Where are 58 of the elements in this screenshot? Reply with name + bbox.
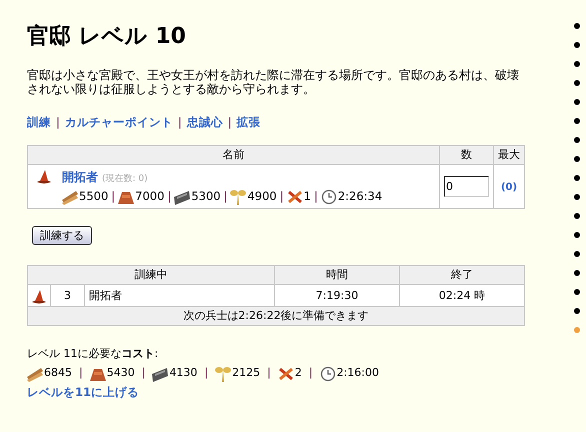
nav-link[interactable]: 訓練	[27, 114, 51, 132]
resource-amount: 5500	[79, 188, 108, 206]
queue-footer: 次の兵士は2:26:22後に準備できます	[28, 306, 524, 326]
separator: |	[111, 188, 116, 206]
clock-icon	[320, 366, 336, 382]
resource-amount: 2125	[232, 365, 260, 382]
separator: |	[308, 365, 313, 382]
resource-amount: 4130	[169, 365, 198, 382]
current-count: (現在数: 0)	[102, 172, 148, 186]
resource-amount: 1	[304, 188, 311, 206]
resource-amount: 6845	[44, 365, 72, 382]
separator: |	[142, 365, 146, 382]
page-title: 官邸 レベル 10	[27, 22, 187, 51]
separator: |	[79, 365, 83, 382]
nav-link[interactable]: 拡張	[236, 114, 261, 132]
separator: |	[280, 188, 284, 206]
nav-link[interactable]: 忠誠心	[186, 114, 223, 132]
amount-field[interactable]: 0	[444, 176, 489, 198]
nav-link[interactable]: カルチャーポイント	[64, 114, 173, 132]
max-link[interactable]: (0)	[500, 182, 518, 192]
resource-amount: 5300	[191, 188, 221, 206]
hat-icon	[36, 168, 52, 184]
brick-icon	[118, 189, 134, 205]
description: 官邸は小さな宮殿で、王や女王が村を訪れた際に滞在する場所です。官邸のある村は、破壊されない限りは征服しようとする敵から守られます。	[27, 68, 520, 96]
hat-icon	[31, 288, 47, 304]
separator: |	[224, 188, 228, 206]
train-button[interactable]: 訓練する	[32, 226, 92, 246]
resource-amount: 7000	[135, 188, 164, 206]
column-header: 名前	[28, 146, 440, 165]
column-header: 訓練中	[28, 266, 274, 285]
upgrade-link[interactable]: レベルを11に上げる	[27, 384, 140, 401]
separator: |	[167, 188, 172, 206]
column-header: 数	[440, 146, 494, 165]
unit-link[interactable]: 開拓者	[62, 168, 98, 186]
separator: |	[178, 114, 182, 131]
crossed-tools-icon	[278, 366, 294, 382]
column-header: 終了	[400, 266, 524, 285]
separator: |	[314, 188, 318, 206]
clock-icon	[320, 189, 337, 205]
resource-amount: 2:26:34	[338, 188, 382, 206]
resource-amount: 2	[294, 365, 302, 382]
wood-icon	[27, 366, 43, 382]
wood-icon	[62, 189, 78, 205]
column-header: 時間	[274, 266, 400, 285]
separator: |	[204, 365, 208, 382]
resource-amount: 4900	[247, 188, 277, 206]
iron-icon	[152, 366, 168, 382]
iron-icon	[174, 189, 190, 205]
resource-amount: 5430	[106, 365, 135, 382]
crossed-tools-icon	[286, 189, 303, 205]
wheat-icon	[215, 366, 232, 382]
separator: |	[228, 114, 232, 131]
separator: |	[267, 365, 271, 382]
resource-amount: 2:16:00	[336, 365, 379, 382]
wheat-icon	[230, 189, 246, 205]
cost-label: レベル 11に必要なコスト:	[27, 347, 160, 362]
column-header: 最大	[494, 146, 524, 165]
separator: |	[56, 114, 60, 131]
